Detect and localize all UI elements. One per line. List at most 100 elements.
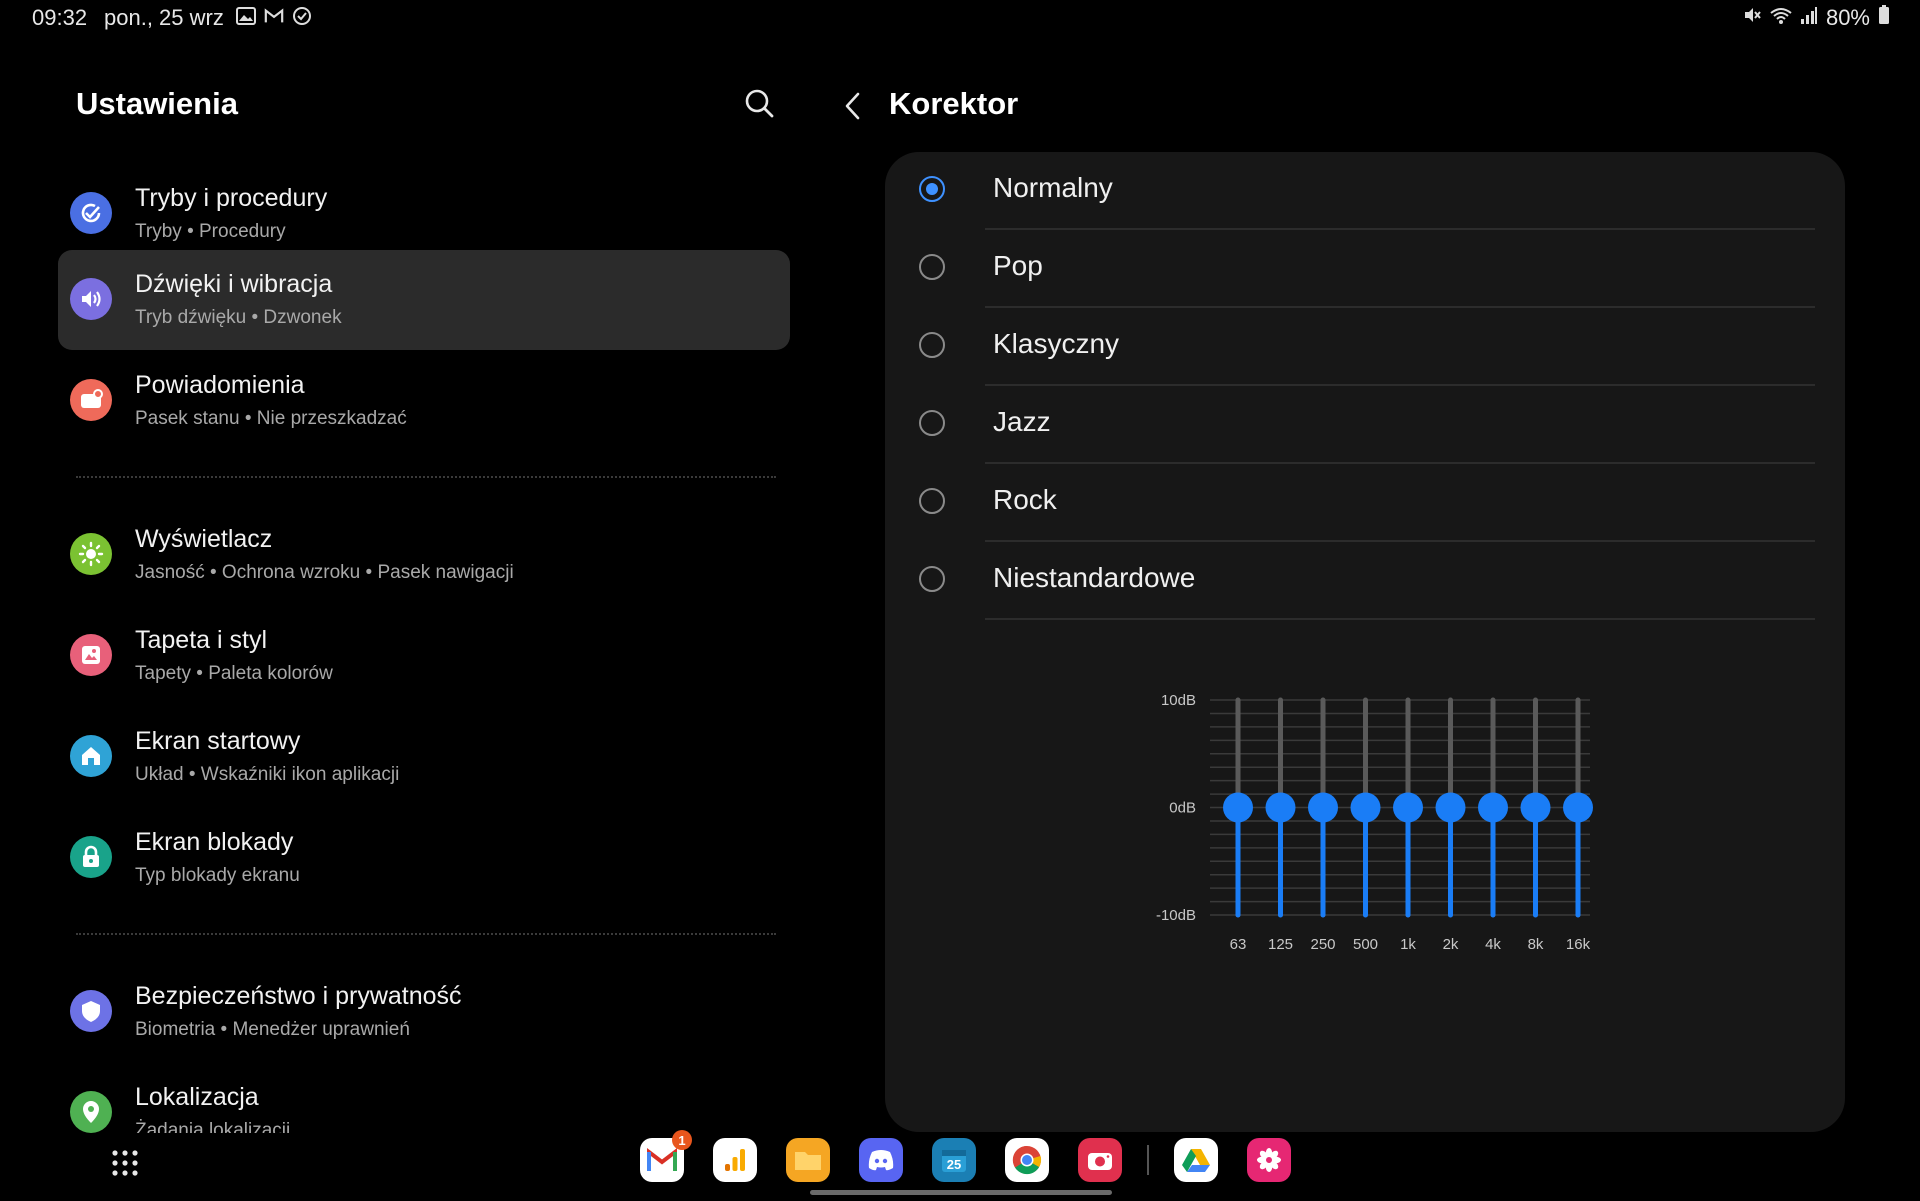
preset-label: Niestandardowe: [993, 562, 1196, 593]
home-icon: [70, 735, 112, 777]
sidebar-item-subtitle: Typ blokady ekranu: [135, 865, 300, 886]
sidebar-item-subtitle: Pasek stanu • Nie przeszkadzać: [135, 408, 407, 429]
gmail-app[interactable]: 1: [640, 1130, 692, 1182]
page-title: Korektor: [889, 86, 1019, 121]
lock-icon: [70, 836, 112, 878]
band-slider-knob[interactable]: [1478, 792, 1508, 823]
app-dock: 1 25: [640, 1130, 1291, 1188]
sidebar-item-title: Bezpieczeństwo i prywatność: [135, 982, 462, 1010]
sidebar-item-security[interactable]: Bezpieczeństwo i prywatność Biometria • …: [58, 962, 790, 1062]
sidebar-item-title: Powiadomienia: [135, 371, 305, 399]
sync-icon: [292, 6, 312, 26]
dock-divider: [1147, 1145, 1149, 1175]
files-app[interactable]: [786, 1138, 830, 1182]
preset-label: Klasyczny: [993, 328, 1120, 359]
radio-button[interactable]: [919, 488, 945, 514]
sidebar-item-home-screen[interactable]: Ekran startowy Układ • Wskaźniki ikon ap…: [58, 707, 790, 807]
back-button[interactable]: [836, 88, 870, 124]
notification-icons: [236, 6, 312, 26]
all-apps-button[interactable]: [110, 1148, 140, 1178]
preset-option[interactable]: Jazz: [885, 386, 1845, 464]
sidebar-item-subtitle: Jasność • Ochrona wzroku • Pasek nawigac…: [135, 562, 514, 583]
preset-label: Jazz: [993, 406, 1051, 437]
flower-app[interactable]: [1247, 1138, 1291, 1182]
sidebar-item-lock-screen[interactable]: Ekran blokady Typ blokady ekranu: [58, 808, 790, 908]
sidebar-item-notifications[interactable]: Powiadomienia Pasek stanu • Nie przeszka…: [58, 351, 790, 451]
radio-button[interactable]: [919, 332, 945, 358]
sidebar-item-subtitle: Tryby • Procedury: [135, 221, 286, 242]
sidebar-item-wallpaper[interactable]: Tapeta i styl Tapety • Paleta kolorów: [58, 606, 790, 706]
band-slider-knob[interactable]: [1563, 792, 1593, 823]
search-button[interactable]: [742, 86, 778, 122]
radio-button[interactable]: [919, 566, 945, 592]
sidebar-item-display[interactable]: Wyświetlacz Jasność • Ochrona wzroku • P…: [58, 505, 790, 605]
sound-icon: [70, 278, 112, 320]
equalizer-card: Normalny Pop Klasyczny Jazz Rock Niestan…: [885, 152, 1845, 1132]
preset-option[interactable]: Rock: [885, 464, 1845, 542]
notification-badge: 1: [672, 1130, 692, 1150]
preset-option[interactable]: Normalny: [885, 152, 1845, 230]
sidebar-item-subtitle: Układ • Wskaźniki ikon aplikacji: [135, 764, 400, 785]
band-slider-knob[interactable]: [1265, 792, 1296, 823]
y-axis-label: 10dB: [1161, 692, 1196, 709]
analytics-icon: [725, 1149, 745, 1171]
preset-option[interactable]: Niestandardowe: [885, 542, 1845, 620]
notification-icon: [70, 379, 112, 421]
band-slider-knob[interactable]: [1223, 792, 1253, 823]
system-status: 80%: [1742, 5, 1890, 31]
wallpaper-icon: [70, 634, 112, 676]
battery-icon: [1878, 5, 1890, 31]
equalizer-graph: 10dB 0dB -10dB 63 125 250 500 1k 2k 4k 8k 16k: [1156, 692, 1593, 953]
sidebar-item-subtitle: Tapety • Paleta kolorów: [135, 663, 333, 684]
sidebar-item-title: Ekran startowy: [135, 727, 301, 755]
preset-option[interactable]: Klasyczny: [885, 308, 1845, 386]
band-frequency-label: 1k: [1400, 936, 1416, 953]
preset-label: Pop: [993, 250, 1043, 281]
section-divider: [76, 933, 776, 935]
gesture-bar[interactable]: [810, 1190, 1112, 1195]
preset-label: Rock: [993, 484, 1057, 515]
preset-label: Normalny: [993, 172, 1113, 203]
location-icon: [70, 1091, 112, 1133]
band-frequency-label: 500: [1353, 936, 1378, 953]
mute-icon: [1742, 5, 1762, 31]
radio-button[interactable]: [919, 410, 945, 436]
drive-icon: [1182, 1149, 1210, 1172]
calendar-app[interactable]: 25: [932, 1138, 976, 1182]
band-frequency-label: 2k: [1443, 936, 1459, 953]
sidebar-item-subtitle: Tryb dźwięku • Dzwonek: [135, 307, 342, 328]
band-frequency-label: 250: [1310, 936, 1335, 953]
y-axis-label: 0dB: [1169, 800, 1196, 817]
sidebar-item-modes[interactable]: Tryby i procedury Tryby • Procedury: [58, 164, 790, 264]
signal-icon: [1800, 5, 1818, 31]
band-slider-knob[interactable]: [1435, 792, 1466, 823]
folder-icon: [795, 1152, 821, 1170]
display-icon: [70, 533, 112, 575]
status-date: pon., 25 wrz: [104, 5, 224, 30]
sidebar-item-title: Tryby i procedury: [135, 184, 328, 212]
sidebar-item-title: Ekran blokady: [135, 828, 294, 856]
sidebar-item-sounds[interactable]: Dźwięki i wibracja Tryb dźwięku • Dzwone…: [58, 250, 790, 350]
radio-button-selected[interactable]: [919, 176, 945, 202]
camera-icon: [1088, 1153, 1112, 1170]
band-slider-knob[interactable]: [1520, 792, 1551, 823]
band-slider-knob[interactable]: [1350, 792, 1381, 823]
sidebar-item-location[interactable]: Lokalizacja Żądania lokalizacji: [58, 1063, 790, 1133]
battery-percent: 80%: [1825, 5, 1870, 30]
shield-icon: [70, 990, 112, 1032]
sidebar-item-title: Wyświetlacz: [135, 525, 273, 553]
status-time: 09:32: [32, 5, 88, 30]
sidebar-item-title: Dźwięki i wibracja: [135, 270, 333, 298]
discord-app[interactable]: [859, 1138, 903, 1182]
image-icon: [236, 6, 256, 26]
analytics-app[interactable]: [713, 1138, 757, 1182]
flower-icon: [1257, 1148, 1281, 1172]
chrome-app[interactable]: [1005, 1138, 1049, 1182]
drive-app[interactable]: [1174, 1138, 1218, 1182]
gmail-icon: [647, 1147, 677, 1171]
preset-option[interactable]: Pop: [885, 230, 1845, 308]
radio-button[interactable]: [919, 254, 945, 280]
band-slider-knob[interactable]: [1308, 792, 1338, 823]
camera-app[interactable]: [1078, 1138, 1122, 1182]
band-slider-knob[interactable]: [1393, 792, 1423, 823]
